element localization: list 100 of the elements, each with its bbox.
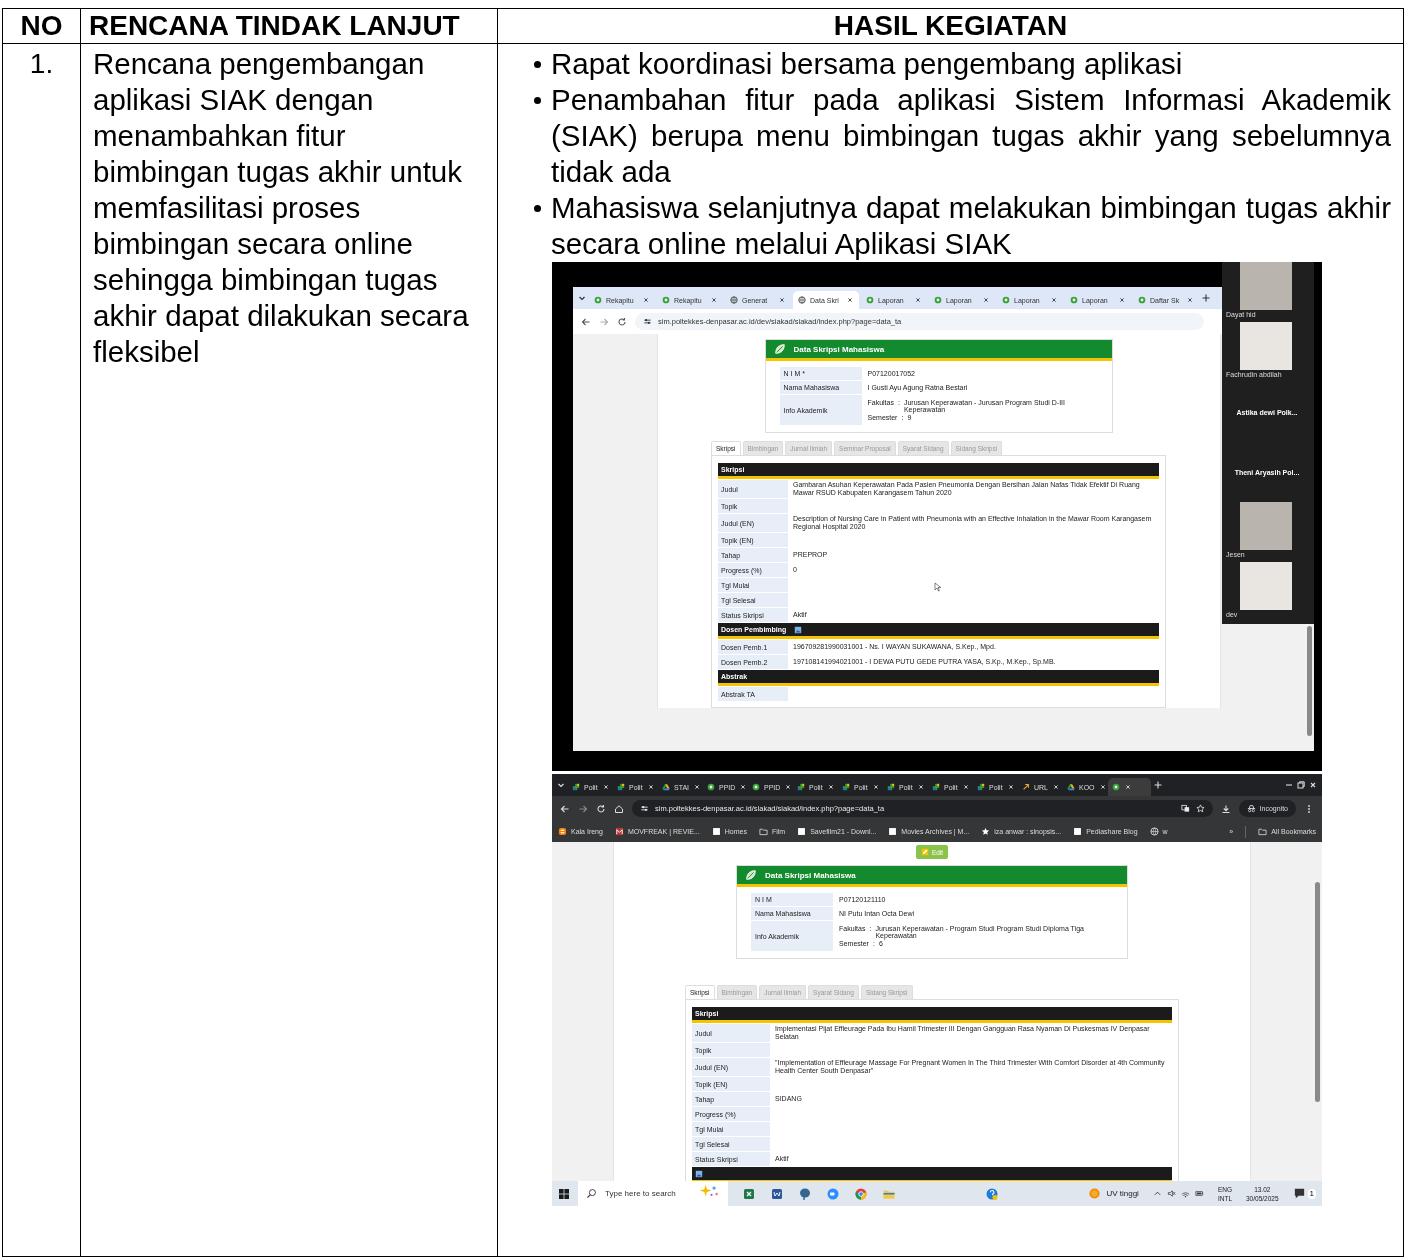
incognito-icon [1246, 804, 1256, 813]
close-icon[interactable] [693, 783, 702, 791]
taskbar-search-field[interactable]: Type here to search [578, 1181, 728, 1206]
globe-icon [730, 296, 738, 304]
triangle-logo-icon [662, 783, 670, 791]
scrollbar-thumb[interactable] [1307, 626, 1312, 736]
close-icon[interactable] [1118, 296, 1126, 304]
restore-icon[interactable] [1296, 780, 1306, 790]
flower-icon [752, 783, 760, 791]
close-icon[interactable] [846, 296, 854, 304]
plan-text: Rencana pengembangan aplikasi SIAK dengan menambahkan fitur bimbingan tugas akhir untuk memfasilitasi proses bimbingan secara online sehingga bimbingan tugas akhir dapat dilakukan secara fleksibel [92, 46, 470, 370]
row-number: 1. [28, 47, 55, 81]
close-icon[interactable] [916, 783, 925, 791]
flower-icon [707, 783, 715, 791]
result-text: Rapat koordinasi bersama pengembang aplikasi [551, 46, 1184, 82]
bullet-icon [534, 97, 541, 104]
notification-count: 1 [1307, 1188, 1316, 1199]
result-text: Penambahan fitur pada aplikasi Sistem Informasi Akademik (SIAK) berupa menu bimbingan tugas akhir yang sebelumnya tidak ada [551, 82, 1391, 190]
blog-logo-icon [558, 827, 567, 836]
flower-icon [1112, 783, 1120, 791]
close-icon[interactable] [784, 783, 793, 791]
folder-icon [1258, 827, 1268, 836]
flower-icon [934, 296, 942, 304]
site-logo-icon [614, 827, 624, 836]
translate-icon[interactable] [1180, 804, 1190, 813]
battery-icon[interactable] [1194, 1189, 1204, 1198]
page-icon [711, 827, 721, 836]
download-icon[interactable] [1220, 803, 1231, 814]
close-icon[interactable] [961, 783, 970, 791]
triangle-logo-icon [1067, 783, 1075, 791]
reload-icon[interactable] [617, 316, 627, 327]
network-icon[interactable] [1180, 1189, 1190, 1198]
weather-widget[interactable]: UV tinggi [1088, 1187, 1139, 1200]
help-app-icon[interactable] [985, 1186, 1000, 1201]
home-icon[interactable] [614, 803, 624, 814]
close-icon[interactable] [1308, 780, 1318, 790]
reload-icon[interactable] [596, 803, 606, 814]
spreadsheet-app-icon[interactable] [742, 1186, 756, 1201]
browser-tab[interactable] [1108, 778, 1151, 796]
bullet-icon [534, 61, 541, 68]
document-app-icon[interactable] [770, 1186, 784, 1201]
cross-logo-icon [887, 783, 895, 791]
pencil-icon [920, 848, 929, 856]
notification-icon[interactable] [1292, 1187, 1306, 1200]
flower-icon [662, 296, 670, 304]
cross-logo-icon [977, 783, 985, 791]
close-icon[interactable] [1052, 783, 1060, 791]
leaf-logo-icon [745, 869, 757, 881]
flower-icon [1138, 296, 1146, 304]
close-icon[interactable] [642, 296, 650, 304]
bullet-icon [534, 205, 541, 212]
arrow-icon [1022, 783, 1030, 791]
close-icon[interactable] [778, 296, 786, 304]
new-tab-icon[interactable] [1201, 293, 1211, 303]
scrollbar-thumb[interactable] [1315, 882, 1320, 1102]
flower-icon [594, 296, 602, 304]
video-placeholder [1240, 562, 1292, 610]
close-icon[interactable] [1050, 296, 1058, 304]
mouse-pointer-icon [933, 582, 943, 592]
close-icon[interactable] [914, 296, 922, 304]
close-icon[interactable] [982, 296, 990, 304]
page-icon [888, 827, 898, 836]
site-settings-icon[interactable] [640, 804, 649, 813]
video-placeholder [1240, 502, 1292, 550]
weather-icon [1088, 1187, 1102, 1200]
picture-icon[interactable] [794, 625, 803, 634]
video-placeholder [1240, 322, 1292, 370]
browser-app-icon[interactable] [854, 1186, 868, 1201]
back-icon[interactable] [581, 316, 591, 327]
column-header: NO [2, 8, 81, 44]
picture-icon[interactable] [695, 1169, 703, 1178]
flower-icon [866, 296, 874, 304]
close-icon[interactable] [1186, 296, 1194, 304]
globe-icon [1149, 827, 1159, 836]
close-icon[interactable] [601, 783, 610, 791]
page-icon [1073, 827, 1083, 836]
cross-logo-icon [797, 783, 805, 791]
video-call-app-icon[interactable] [826, 1186, 840, 1201]
bookmark-star-icon[interactable] [1195, 804, 1205, 813]
close-icon[interactable] [826, 783, 835, 791]
site-settings-icon[interactable] [643, 317, 652, 326]
cross-logo-icon [572, 783, 580, 791]
flower-icon [1002, 296, 1010, 304]
page-icon [797, 827, 807, 836]
video-placeholder [1240, 262, 1292, 310]
close-icon[interactable] [739, 783, 748, 791]
close-icon[interactable] [1006, 783, 1015, 791]
close-icon[interactable] [1098, 783, 1107, 791]
start-icon[interactable] [558, 1187, 570, 1200]
cross-logo-icon [932, 783, 940, 791]
column-header: RENCANA TINDAK LANJUT [80, 8, 498, 44]
close-icon[interactable] [710, 296, 718, 304]
column-header: HASIL KEGIATAN [497, 8, 1404, 44]
cross-logo-icon [842, 783, 850, 791]
close-icon[interactable] [646, 783, 655, 791]
chevron-icon[interactable] [1152, 1189, 1162, 1198]
cross-logo-icon [617, 783, 625, 791]
speaker-icon[interactable] [1166, 1189, 1176, 1198]
close-icon[interactable] [871, 783, 880, 791]
star-icon [981, 827, 991, 836]
